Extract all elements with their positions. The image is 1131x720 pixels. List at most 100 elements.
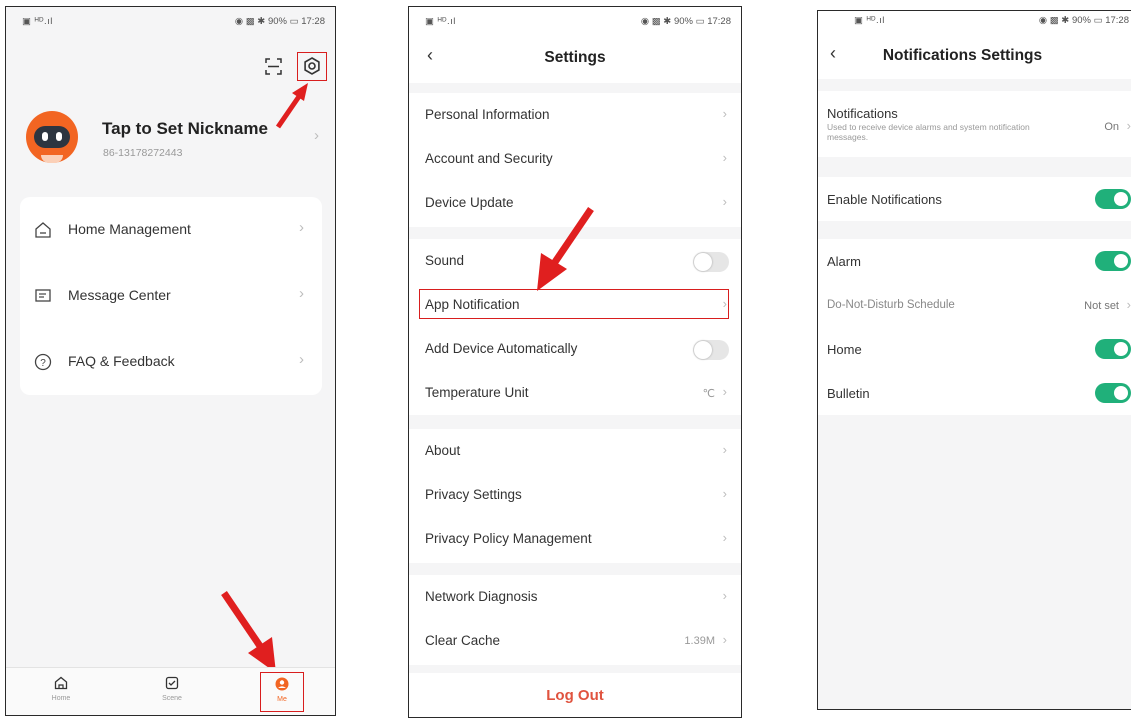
row-label: Privacy Settings xyxy=(425,487,522,502)
status-right: ◉ ▩ ✱ 90% ▭ 17:28 xyxy=(640,16,731,27)
enable-group: Enable Notifications xyxy=(818,177,1131,221)
row-bulletin: Bulletin xyxy=(818,371,1131,415)
add-device-toggle[interactable] xyxy=(693,340,729,360)
settings-group-about: About › Privacy Settings › Privacy Polic… xyxy=(409,429,741,563)
menu-item-faq-feedback[interactable]: ? FAQ & Feedback › xyxy=(20,329,322,395)
row-label: Account and Security xyxy=(425,151,553,166)
arrow-to-app-notification-icon xyxy=(537,207,594,291)
row-alarm: Alarm xyxy=(818,239,1131,283)
notifications-nav-bar: ‹ Notifications Settings xyxy=(818,33,1131,79)
status-left: ▣ ᴴᴰ.ıl xyxy=(22,16,53,27)
bottom-tab-bar: Home Scene Me xyxy=(6,667,335,715)
row-label: Enable Notifications xyxy=(827,192,942,207)
row-notifications[interactable]: Notifications Used to receive device ala… xyxy=(818,91,1131,157)
page-title: Settings xyxy=(544,49,606,66)
status-right: ◉ ▩ ✱ 90% ▭ 17:28 xyxy=(1038,15,1129,26)
row-value: 1.39M xyxy=(684,635,715,647)
row-label: Privacy Policy Management xyxy=(425,531,592,546)
categories-group: Alarm Do-Not-Disturb Schedule Not set › … xyxy=(818,239,1131,415)
tab-scene[interactable]: Scene xyxy=(142,672,202,712)
row-value: ℃ xyxy=(702,388,715,400)
row-value: On xyxy=(1104,121,1119,133)
status-bar: ▣ ᴴᴰ.ıl ◉ ▩ ✱ 90% ▭ 17:28 xyxy=(818,11,1131,33)
row-label: Home xyxy=(827,342,862,357)
row-label: Alarm xyxy=(827,254,861,269)
row-label: About xyxy=(425,443,461,458)
arrow-to-me-tab-icon xyxy=(221,591,276,673)
row-account-security[interactable]: Account and Security › xyxy=(409,137,741,181)
chevron-right-icon: › xyxy=(722,296,727,311)
row-temperature-unit[interactable]: Temperature Unit ℃ › xyxy=(409,371,741,415)
settings-group-maintenance: Network Diagnosis › Clear Cache 1.39M › xyxy=(409,575,741,665)
menu-item-label: Home Management xyxy=(68,221,191,237)
row-label: Sound xyxy=(425,253,465,268)
row-home: Home xyxy=(818,327,1131,371)
me-screen: ▣ ᴴᴰ.ıl ◉ ▩ ✱ 90% ▭ 17:28 Tap to Set Nic… xyxy=(5,6,336,716)
status-left: ▣ ᴴᴰ.ıl xyxy=(854,15,885,26)
avatar xyxy=(26,111,78,163)
row-label: Clear Cache xyxy=(425,633,501,648)
row-dnd-schedule[interactable]: Do-Not-Disturb Schedule Not set › xyxy=(818,283,1131,327)
sound-toggle[interactable] xyxy=(693,252,729,272)
bulletin-toggle[interactable] xyxy=(1095,383,1131,403)
row-privacy-settings[interactable]: Privacy Settings › xyxy=(409,473,741,517)
status-right: ◉ ▩ ✱ 90% ▭ 17:28 xyxy=(234,16,325,27)
row-label: Add Device Automatically xyxy=(425,341,578,356)
tab-label: Me xyxy=(277,696,287,703)
menu-item-label: Message Center xyxy=(68,287,171,303)
logout-label: Log Out xyxy=(546,687,604,704)
chevron-right-icon: › xyxy=(299,285,304,302)
row-personal-information[interactable]: Personal Information › xyxy=(409,93,741,137)
row-label: Temperature Unit xyxy=(425,385,529,400)
scan-icon[interactable] xyxy=(265,58,282,75)
scene-icon xyxy=(165,676,179,690)
row-label: Network Diagnosis xyxy=(425,589,538,604)
chevron-right-icon: › xyxy=(722,632,727,647)
row-label: Bulletin xyxy=(827,386,870,401)
menu-item-home-management[interactable]: Home Management › xyxy=(20,197,322,263)
home-toggle[interactable] xyxy=(1095,339,1131,359)
row-label: App Notification xyxy=(425,297,520,312)
enable-notifications-toggle[interactable] xyxy=(1095,189,1131,209)
chevron-right-icon: › xyxy=(722,530,727,545)
settings-button[interactable] xyxy=(297,52,327,81)
notifications-settings-screen: ▣ ᴴᴰ.ıl ◉ ▩ ✱ 90% ▭ 17:28 ‹ Notification… xyxy=(817,10,1131,710)
chevron-right-icon: › xyxy=(722,384,727,399)
phone-number: 86-13178272443 xyxy=(103,147,183,159)
tab-home[interactable]: Home xyxy=(31,672,91,712)
menu-item-label: FAQ & Feedback xyxy=(68,353,175,369)
question-icon: ? xyxy=(34,353,52,371)
chevron-right-icon: › xyxy=(722,106,727,121)
row-privacy-policy-management[interactable]: Privacy Policy Management › xyxy=(409,517,741,561)
row-label: Do-Not-Disturb Schedule xyxy=(827,299,955,311)
row-clear-cache[interactable]: Clear Cache 1.39M › xyxy=(409,619,741,663)
row-value: Not set xyxy=(1084,300,1119,312)
status-left: ▣ ᴴᴰ.ıl xyxy=(425,16,456,27)
person-icon xyxy=(275,677,289,691)
chevron-right-icon: › xyxy=(722,442,727,457)
row-about[interactable]: About › xyxy=(409,429,741,473)
gear-icon xyxy=(304,57,320,75)
chevron-right-icon: › xyxy=(722,150,727,165)
menu-card: Home Management › Message Center › ? FAQ… xyxy=(20,197,322,395)
status-bar: ▣ ᴴᴰ.ıl ◉ ▩ ✱ 90% ▭ 17:28 xyxy=(6,7,335,33)
row-enable-notifications: Enable Notifications xyxy=(818,177,1131,221)
tab-label: Scene xyxy=(162,695,182,702)
chevron-right-icon: › xyxy=(722,486,727,501)
chevron-right-icon: › xyxy=(722,194,727,209)
alarm-toggle[interactable] xyxy=(1095,251,1131,271)
settings-nav-bar: ‹ Settings xyxy=(409,33,741,83)
menu-item-message-center[interactable]: Message Center › xyxy=(20,263,322,329)
tab-me[interactable]: Me xyxy=(260,672,304,712)
row-network-diagnosis[interactable]: Network Diagnosis › xyxy=(409,575,741,619)
chevron-right-icon: › xyxy=(722,588,727,603)
nickname: Tap to Set Nickname xyxy=(102,119,268,138)
status-bar: ▣ ᴴᴰ.ıl ◉ ▩ ✱ 90% ▭ 17:28 xyxy=(409,7,741,33)
profile-row[interactable]: Tap to Set Nickname 86-13178272443 › xyxy=(20,107,325,175)
message-icon xyxy=(35,289,51,302)
logout-button[interactable]: Log Out xyxy=(409,673,741,717)
home-outline-icon xyxy=(35,222,51,238)
row-label: Device Update xyxy=(425,195,514,210)
page-title: Notifications Settings xyxy=(882,47,1043,64)
chevron-right-icon: › xyxy=(1126,118,1131,133)
